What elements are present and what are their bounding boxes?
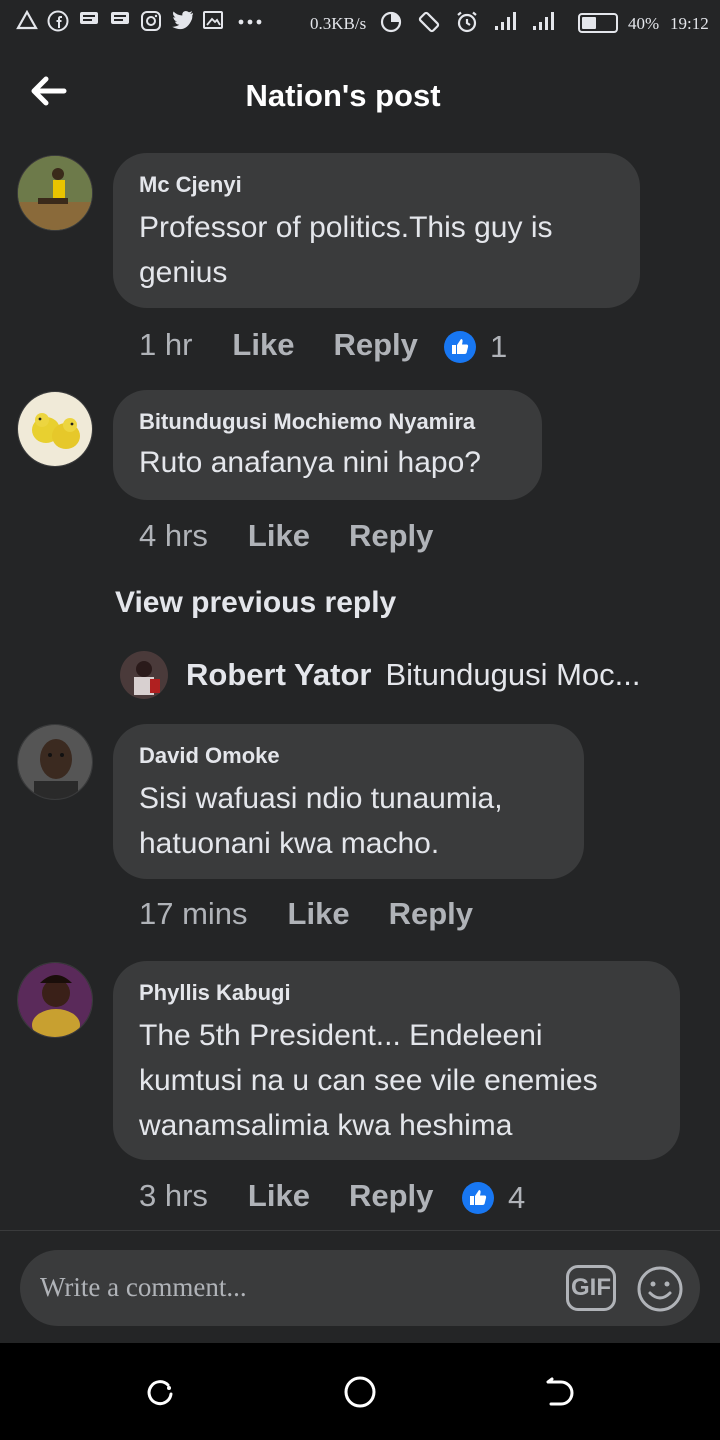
reply-button[interactable]: Reply <box>333 327 417 363</box>
facebook-icon <box>47 10 69 32</box>
comment-author[interactable]: David Omoke <box>139 742 558 770</box>
comment-input[interactable]: Write a comment... <box>40 1272 247 1303</box>
comment-bubble: Bitundugusi Mochiemo Nyamira Ruto anafan… <box>113 390 542 500</box>
rotate-icon <box>416 10 442 36</box>
gif-button[interactable]: GIF <box>566 1265 616 1311</box>
comment-bubble: Mc Cjenyi Professor of politics.This guy… <box>113 153 640 308</box>
battery-icon <box>578 13 618 33</box>
comment-text: Professor of politics.This guy is genius <box>139 211 553 289</box>
page-title: Nation's post <box>0 78 720 114</box>
reaction-count: 1 <box>490 329 508 364</box>
data-saver-icon <box>378 10 404 36</box>
alarm-icon <box>454 10 480 36</box>
like-button[interactable]: Like <box>248 518 310 554</box>
reply-text: Bitundugusi Moc... <box>385 657 641 692</box>
alert-triangle-icon <box>16 9 38 32</box>
home-icon[interactable] <box>343 1375 377 1409</box>
signal-icon <box>492 10 518 36</box>
like-button[interactable]: Like <box>248 1178 310 1214</box>
reply-button[interactable]: Reply <box>349 518 433 554</box>
comment-author[interactable]: Phyllis Kabugi <box>139 979 654 1007</box>
system-icons <box>378 10 556 36</box>
like-button[interactable]: Like <box>232 327 294 363</box>
comment-actions: 1 hr Like Reply <box>139 325 418 365</box>
thumbs-up-icon <box>444 331 476 363</box>
page-title-text: Nation's post <box>245 78 441 113</box>
avatar <box>120 651 168 699</box>
comment-bubble: David Omoke Sisi wafuasi ndio tunaumia, … <box>113 724 584 879</box>
back-icon[interactable] <box>543 1377 575 1409</box>
view-previous-reply-link[interactable]: View previous reply <box>115 586 396 620</box>
clock: 19:12 <box>670 14 709 33</box>
avatar[interactable] <box>17 155 93 231</box>
comment-time[interactable]: 1 hr <box>139 327 192 363</box>
comment-text: Sisi wafuasi ndio tunaumia, hatuonani kw… <box>139 782 503 860</box>
more-icon <box>233 10 267 32</box>
twitter-icon <box>171 10 193 32</box>
comment-actions: 17 mins Like Reply <box>139 894 473 934</box>
comment-composer[interactable]: Write a comment... GIF <box>20 1250 700 1326</box>
reaction-summary[interactable]: 4 <box>462 1180 525 1216</box>
comment-bubble: Phyllis Kabugi The 5th President... Ende… <box>113 961 680 1160</box>
reply-author: Robert Yator <box>186 657 372 692</box>
system-nav-bar <box>0 1343 720 1440</box>
image-icon <box>202 10 224 32</box>
reaction-count: 4 <box>508 1180 526 1215</box>
reply-button[interactable]: Reply <box>389 896 473 932</box>
comment-text: Ruto anafanya nini hapo? <box>139 446 481 479</box>
comment-actions: 3 hrs Like Reply <box>139 1176 433 1216</box>
comment-time[interactable]: 4 hrs <box>139 518 208 554</box>
thumbs-up-icon <box>462 1182 494 1214</box>
comment-time[interactable]: 3 hrs <box>139 1178 208 1214</box>
net-speed: 0.3KB/s <box>310 14 367 33</box>
message-icon <box>78 10 100 32</box>
message-icon <box>109 10 131 32</box>
status-bar: 0.3KB/s 40% 19:12 <box>0 0 720 50</box>
notification-icons <box>16 9 267 32</box>
comment-actions: 4 hrs Like Reply <box>139 516 433 556</box>
emoji-icon[interactable] <box>636 1265 684 1313</box>
avatar[interactable] <box>17 391 93 467</box>
divider <box>0 1230 720 1231</box>
signal-icon <box>530 10 556 36</box>
reply-button[interactable]: Reply <box>349 1178 433 1214</box>
battery-percent: 40% <box>628 14 660 33</box>
recent-apps-icon[interactable] <box>144 1377 176 1409</box>
reaction-summary[interactable]: 1 <box>444 329 507 365</box>
instagram-icon <box>140 10 162 32</box>
comment-author[interactable]: Mc Cjenyi <box>139 171 614 199</box>
reply-preview[interactable]: Robert Yator Bitundugusi Moc... <box>120 651 641 699</box>
avatar[interactable] <box>17 962 93 1038</box>
avatar[interactable] <box>17 724 93 800</box>
like-button[interactable]: Like <box>288 896 350 932</box>
comment-text: The 5th President... Endeleeni kumtusi n… <box>139 1019 598 1142</box>
comment-time[interactable]: 17 mins <box>139 896 248 932</box>
comment-author[interactable]: Bitundugusi Mochiemo Nyamira <box>139 408 516 436</box>
